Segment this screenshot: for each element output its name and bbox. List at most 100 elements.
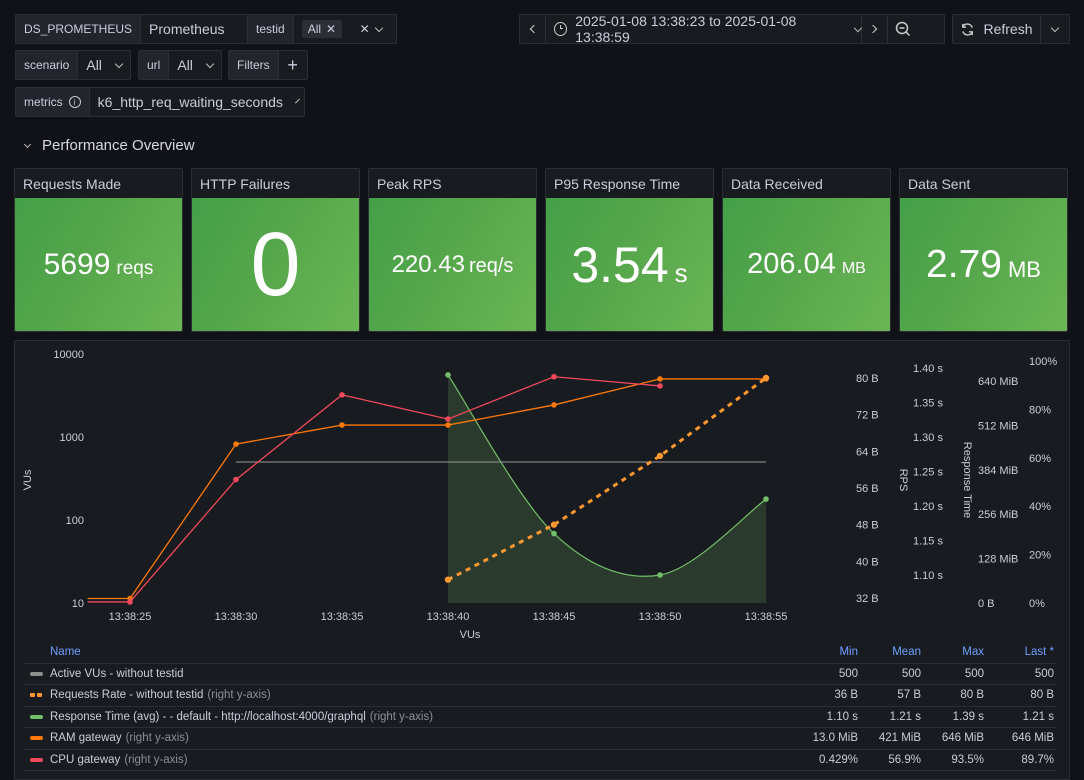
legend-max-value: 646 MiB	[941, 732, 984, 745]
axis-suffix: (right y-axis)	[124, 753, 188, 766]
legend-min-value: 13.0 MiB	[812, 732, 858, 745]
legend-last-value: 89.7%	[1021, 753, 1054, 766]
right-axis-tick-label: 72 B	[856, 410, 879, 422]
x-tick-label: 13:38:40	[427, 611, 470, 623]
right-axis-tick-label: 640 MiB	[978, 376, 1018, 388]
series-label: Requests Rate - without testid	[50, 689, 204, 702]
legend-last-value: 646 MiB	[1011, 732, 1054, 745]
legend-max-value: 80 B	[960, 689, 984, 702]
series-label: Response Time (avg) - - default - http:/…	[50, 710, 366, 723]
legend-max-value: 500	[964, 667, 984, 680]
legend-min-value: 36 B	[834, 689, 858, 702]
legend-col-mean[interactable]: Mean	[866, 646, 929, 658]
right-axis-tick-label: 1.40 s	[913, 363, 943, 375]
legend-header: Name Min Mean Max Last *	[24, 642, 1056, 664]
right-axis-tick-label: 32 B	[856, 593, 879, 605]
data-point	[762, 374, 770, 382]
right-axis-tick-label: 384 MiB	[978, 465, 1018, 477]
x-tick-label: 13:38:55	[745, 611, 788, 623]
data-point	[763, 496, 769, 502]
series-color-swatch	[30, 736, 43, 741]
data-point	[127, 599, 133, 605]
legend-col-max[interactable]: Max	[929, 646, 992, 658]
right-axis-tick-label: 40 B	[856, 556, 879, 568]
data-point	[657, 572, 663, 578]
data-point	[445, 422, 451, 428]
right-axis-tick-label: 0 B	[978, 598, 995, 610]
right-axis-tick-label: 1.10 s	[913, 570, 943, 582]
series-line	[87, 378, 766, 600]
y-tick-label: 10	[72, 598, 84, 610]
series-color-swatch	[30, 671, 43, 676]
right-axis-label: Response Time	[961, 442, 973, 518]
right-axis-tick-label: 100%	[1029, 356, 1057, 368]
series-color-swatch	[30, 693, 43, 698]
legend-mean-value: 56.9%	[888, 753, 921, 766]
y-tick-label: 1000	[60, 432, 84, 444]
data-point	[657, 376, 663, 382]
right-axis-tick-label: 64 B	[856, 446, 879, 458]
data-point	[339, 392, 345, 398]
right-axis-tick-label: 512 MiB	[978, 420, 1018, 432]
data-point	[657, 383, 663, 389]
right-axis-tick-label: 1.35 s	[913, 398, 943, 410]
legend-row[interactable]: Requests Rate - without testid (right y-a…	[24, 685, 1056, 707]
legend-col-min[interactable]: Min	[803, 646, 866, 658]
right-axis-tick-label: 20%	[1029, 550, 1051, 562]
axis-suffix: (right y-axis)	[207, 689, 271, 702]
series-color-swatch	[30, 757, 43, 762]
data-point	[551, 373, 557, 380]
right-axis-tick-label: 56 B	[856, 483, 879, 495]
x-tick-label: 13:38:35	[321, 611, 364, 623]
legend-series-name[interactable]: RAM gateway (right y-axis)	[24, 732, 803, 744]
x-tick-label: 13:38:45	[533, 611, 576, 623]
legend-series-name[interactable]: Requests Rate - without testid (right y-a…	[24, 689, 803, 701]
right-axis-tick-label: 60%	[1029, 453, 1051, 465]
legend-max-value: 93.5%	[951, 753, 984, 766]
legend-min-value: 0.429%	[818, 753, 858, 766]
legend-mean-value: 421 MiB	[878, 732, 921, 745]
legend-row[interactable]: Active VUs - without testid 500 500 500 500	[24, 664, 1056, 685]
right-axis-label: RPS	[897, 469, 909, 492]
series-color-swatch	[30, 714, 43, 719]
legend-col-name[interactable]: Name	[24, 646, 803, 658]
right-axis-tick-label: 80%	[1029, 404, 1051, 416]
data-point	[444, 576, 452, 583]
x-tick-label: 13:38:50	[639, 611, 682, 623]
legend-mean-value: 57 B	[897, 689, 921, 702]
timeseries-chart[interactable]: 10 100 1000 10000 VUs 13:38:25 13:38:30 13:38:3…	[0, 0, 1084, 640]
x-axis-label: VUs	[460, 629, 481, 640]
series-ram-gateway	[87, 376, 769, 602]
legend-row[interactable]: Response Time (avg) - - default - http:/…	[24, 707, 1056, 728]
y-tick-label: 10000	[53, 349, 84, 361]
legend-table: Name Min Mean Max Last * Active VUs - wi…	[24, 642, 1056, 771]
data-point	[233, 441, 239, 447]
data-point	[445, 416, 451, 422]
right-axis-tick-label: 1.30 s	[913, 432, 943, 444]
data-point	[445, 372, 451, 378]
legend-mean-value: 500	[901, 667, 921, 680]
right-axis-tick-label: 40%	[1029, 501, 1051, 513]
data-point	[656, 452, 664, 460]
legend-series-name[interactable]: Response Time (avg) - - default - http:/…	[24, 711, 803, 723]
right-axis-tick-label: 128 MiB	[978, 554, 1018, 566]
legend-series-name[interactable]: Active VUs - without testid	[24, 668, 803, 680]
y-axis-label: VUs	[22, 469, 34, 490]
right-axis-tick-label: 1.25 s	[913, 467, 943, 479]
data-point	[551, 402, 557, 408]
x-tick-label: 13:38:25	[109, 611, 152, 623]
y-tick-label: 100	[66, 515, 84, 527]
right-axis-tick-label: 1.15 s	[913, 536, 943, 548]
series-label: CPU gateway	[50, 753, 121, 766]
legend-col-last[interactable]: Last *	[992, 646, 1056, 658]
legend-min-value: 1.10 s	[826, 710, 858, 723]
legend-mean-value: 1.21 s	[889, 710, 921, 723]
data-point	[233, 476, 239, 483]
data-point	[551, 530, 557, 537]
axis-suffix: (right y-axis)	[369, 710, 434, 723]
legend-max-value: 1.39 s	[952, 710, 984, 723]
series-response-time-avg-default-http-localhost-4000-graphql	[445, 372, 769, 603]
legend-row[interactable]: RAM gateway (right y-axis) 13.0 MiB 421 MiB…	[24, 728, 1056, 750]
legend-series-name[interactable]: CPU gateway (right y-axis)	[24, 754, 803, 766]
legend-min-value: 500	[838, 667, 858, 680]
